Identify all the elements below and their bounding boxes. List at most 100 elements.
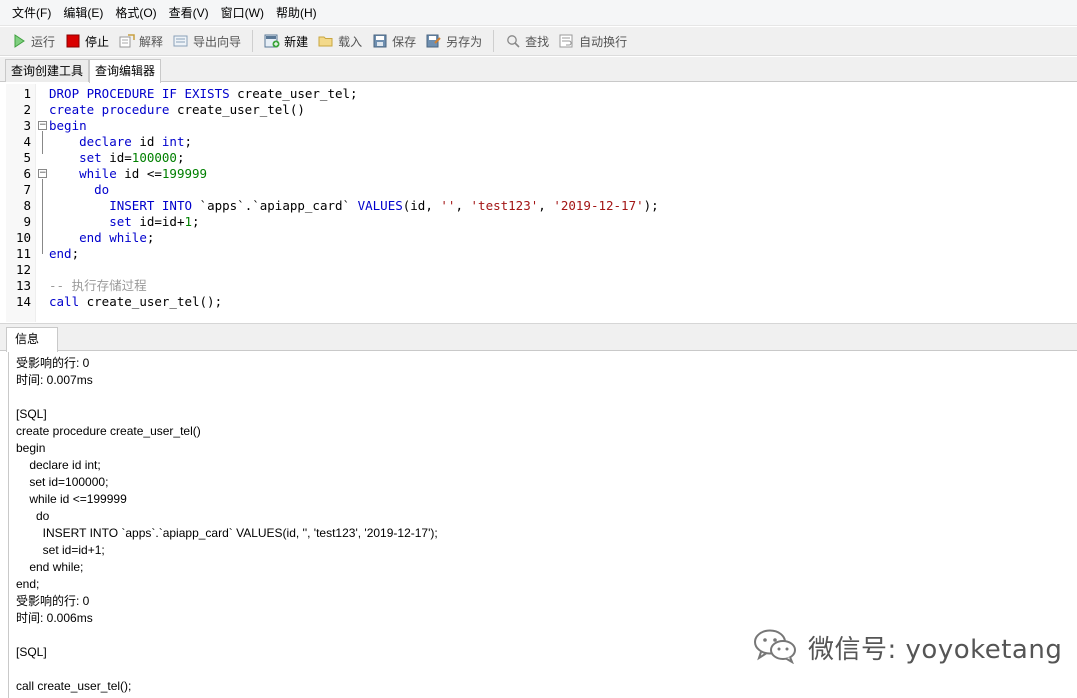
line-number: 10 <box>15 230 31 245</box>
code-line[interactable]: -- 执行存储过程 <box>49 278 147 294</box>
wrap-icon <box>559 33 575 49</box>
info-line: [SQL] <box>16 407 47 421</box>
run-button[interactable]: 运行 <box>6 29 60 53</box>
code-token: create_user_tel(); <box>79 294 223 309</box>
code-token: DROP PROCEDURE IF EXISTS <box>49 86 230 101</box>
code-line[interactable]: end while; <box>49 230 154 246</box>
code-token: create_user_tel() <box>169 102 305 117</box>
code-token: '2019-12-17' <box>553 198 644 213</box>
code-line[interactable]: begin <box>49 118 87 134</box>
code-line[interactable]: create procedure create_user_tel() <box>49 102 305 118</box>
code-token: create_user_tel; <box>229 86 358 101</box>
menu-format[interactable]: 格式(O) <box>109 0 162 26</box>
code-token: 100000 <box>131 150 177 165</box>
save-label: 保存 <box>392 34 417 49</box>
watermark-text: 微信号: yoyoketang <box>808 635 1063 665</box>
line-number: 12 <box>15 262 31 277</box>
menu-edit[interactable]: 编辑(E) <box>57 0 109 26</box>
word-wrap-button[interactable]: 自动换行 <box>554 29 632 53</box>
menu-file[interactable]: 文件(F) <box>6 0 57 26</box>
code-line[interactable]: set id=100000; <box>49 150 184 166</box>
menu-bar: 文件(F) 编辑(E) 格式(O) 查看(V) 窗口(W) 帮助(H) <box>0 0 1077 26</box>
stop-icon <box>65 33 81 49</box>
find-button[interactable]: 查找 <box>500 29 554 53</box>
code-token: ); <box>643 198 659 213</box>
fold-guide <box>42 179 43 238</box>
code-token: begin <box>49 118 87 133</box>
info-line: 时间: 0.007ms <box>16 373 93 387</box>
line-number: 2 <box>23 102 31 117</box>
menu-view[interactable]: 查看(V) <box>163 0 215 26</box>
run-label: 运行 <box>31 34 56 49</box>
new-button[interactable]: 新建 <box>259 29 313 53</box>
code-line[interactable]: while id <=199999 <box>49 166 207 182</box>
code-line[interactable]: declare id int; <box>49 134 192 150</box>
code-token: create procedure <box>49 102 170 117</box>
line-number-gutter: 1 2 3 4 5 6 7 8 9 10 11 12 13 14 <box>6 84 36 322</box>
stop-label: 停止 <box>85 34 110 49</box>
code-token: int <box>161 134 185 149</box>
code-token: declare <box>79 134 132 149</box>
sql-editor[interactable]: 1 2 3 4 5 6 7 8 9 10 11 12 13 14 − − DROP PROCEDURE I… <box>6 84 1077 322</box>
info-line: 受影响的行: 0 <box>16 356 90 370</box>
tab-query-editor[interactable]: 查询编辑器 <box>89 59 162 83</box>
code-line[interactable]: set id=id+1; <box>49 214 200 230</box>
code-token: while <box>79 166 117 181</box>
fold-guide <box>42 131 43 154</box>
search-icon <box>505 33 521 49</box>
code-token: ; <box>146 230 155 245</box>
line-number: 1 <box>23 86 31 101</box>
code-token: id <box>131 134 162 149</box>
toolbar: 运行 停止 解释 导出向导 新建 载入 保存 另存为 查找 自动换行 <box>0 27 1077 56</box>
code-line[interactable]: INSERT INTO `apps`.`apiapp_card` VALUES(… <box>49 198 659 214</box>
save-as-icon <box>426 33 442 49</box>
line-number: 13 <box>15 278 31 293</box>
tab-query-builder[interactable]: 查询创建工具 <box>5 59 90 82</box>
code-token: end <box>49 246 72 261</box>
code-line[interactable]: do <box>49 182 109 198</box>
save-as-button[interactable]: 另存为 <box>421 29 487 53</box>
code-token: ; <box>71 246 80 261</box>
info-line: do <box>16 509 50 523</box>
export-wizard-button[interactable]: 导出向导 <box>168 29 246 53</box>
code-token: set <box>79 150 102 165</box>
toolbar-separator <box>252 30 254 52</box>
tab-info[interactable]: 信息 <box>6 327 58 352</box>
code-line[interactable]: call create_user_tel(); <box>49 294 222 310</box>
code-line[interactable]: DROP PROCEDURE IF EXISTS create_user_tel… <box>49 86 358 102</box>
code-token: `apps`.`apiapp_card` <box>192 198 358 213</box>
save-as-label: 另存为 <box>446 34 483 49</box>
line-number: 14 <box>15 294 31 309</box>
code-token: id <= <box>116 166 162 181</box>
save-button[interactable]: 保存 <box>367 29 421 53</box>
stop-button[interactable]: 停止 <box>60 29 114 53</box>
line-number: 4 <box>23 134 31 149</box>
explain-button[interactable]: 解释 <box>114 29 168 53</box>
info-line: [SQL] <box>16 645 47 659</box>
line-number: 9 <box>23 214 31 229</box>
code-line[interactable]: end; <box>49 246 79 262</box>
fold-toggle-while[interactable]: − <box>38 169 47 178</box>
tab-bar: 查询创建工具 查询编辑器 <box>0 57 1077 83</box>
fold-guide <box>42 238 43 254</box>
code-token: ; <box>192 214 200 229</box>
load-label: 载入 <box>338 34 363 49</box>
info-line: end; <box>16 577 40 591</box>
menu-help[interactable]: 帮助(H) <box>270 0 323 26</box>
code-token: , <box>538 198 554 213</box>
toolbar-separator <box>493 30 495 52</box>
info-line: create procedure create_user_tel() <box>16 424 201 438</box>
watermark: 微信号: yoyoketang <box>752 628 1062 667</box>
menu-window[interactable]: 窗口(W) <box>215 0 270 26</box>
fold-toggle-begin[interactable]: − <box>38 121 47 130</box>
line-number: 5 <box>23 150 31 165</box>
word-wrap-label: 自动换行 <box>579 34 628 49</box>
info-line: while id <=199999 <box>16 492 127 506</box>
load-button[interactable]: 载入 <box>313 29 367 53</box>
